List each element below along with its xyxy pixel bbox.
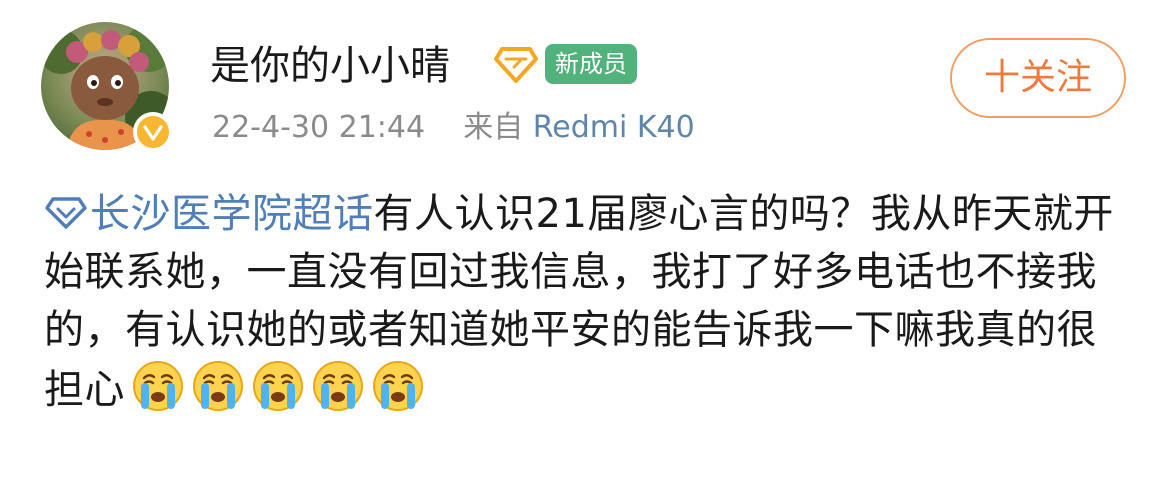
source-device-link[interactable]: Redmi K40 bbox=[533, 110, 695, 145]
emoji-row bbox=[125, 361, 425, 413]
crying-face-emoji bbox=[251, 359, 305, 413]
super-topic-link[interactable]: 长沙医学院超话 bbox=[44, 191, 374, 237]
avatar[interactable] bbox=[41, 22, 173, 152]
crying-face-emoji bbox=[191, 359, 245, 413]
post-meta: 22-4-30 21:44 来自 Redmi K40 bbox=[212, 106, 695, 150]
new-member-badge: 新成员 bbox=[545, 44, 637, 84]
post-content: 长沙医学院超话有人认识21届廖心言的吗？我从昨天就开始联系她，一直没有回过我信息… bbox=[44, 185, 1134, 419]
vip-diamond-icon[interactable] bbox=[494, 45, 538, 85]
source-prefix: 来自 bbox=[463, 110, 524, 145]
weibo-post: 是你的小小晴 新成员 22-4-30 21:44 来自 Redmi K40 十关… bbox=[0, 0, 1170, 503]
crying-face-emoji bbox=[311, 359, 365, 413]
crying-face-emoji bbox=[131, 359, 185, 413]
super-topic-diamond-icon bbox=[44, 189, 88, 229]
follow-button[interactable]: 十关注 bbox=[950, 38, 1126, 118]
username[interactable]: 是你的小小晴 bbox=[210, 40, 450, 92]
post-timestamp: 22-4-30 21:44 bbox=[212, 110, 426, 145]
verified-badge-icon bbox=[133, 112, 173, 152]
crying-face-emoji bbox=[371, 359, 425, 413]
super-topic-label: 长沙医学院超话 bbox=[90, 191, 374, 237]
